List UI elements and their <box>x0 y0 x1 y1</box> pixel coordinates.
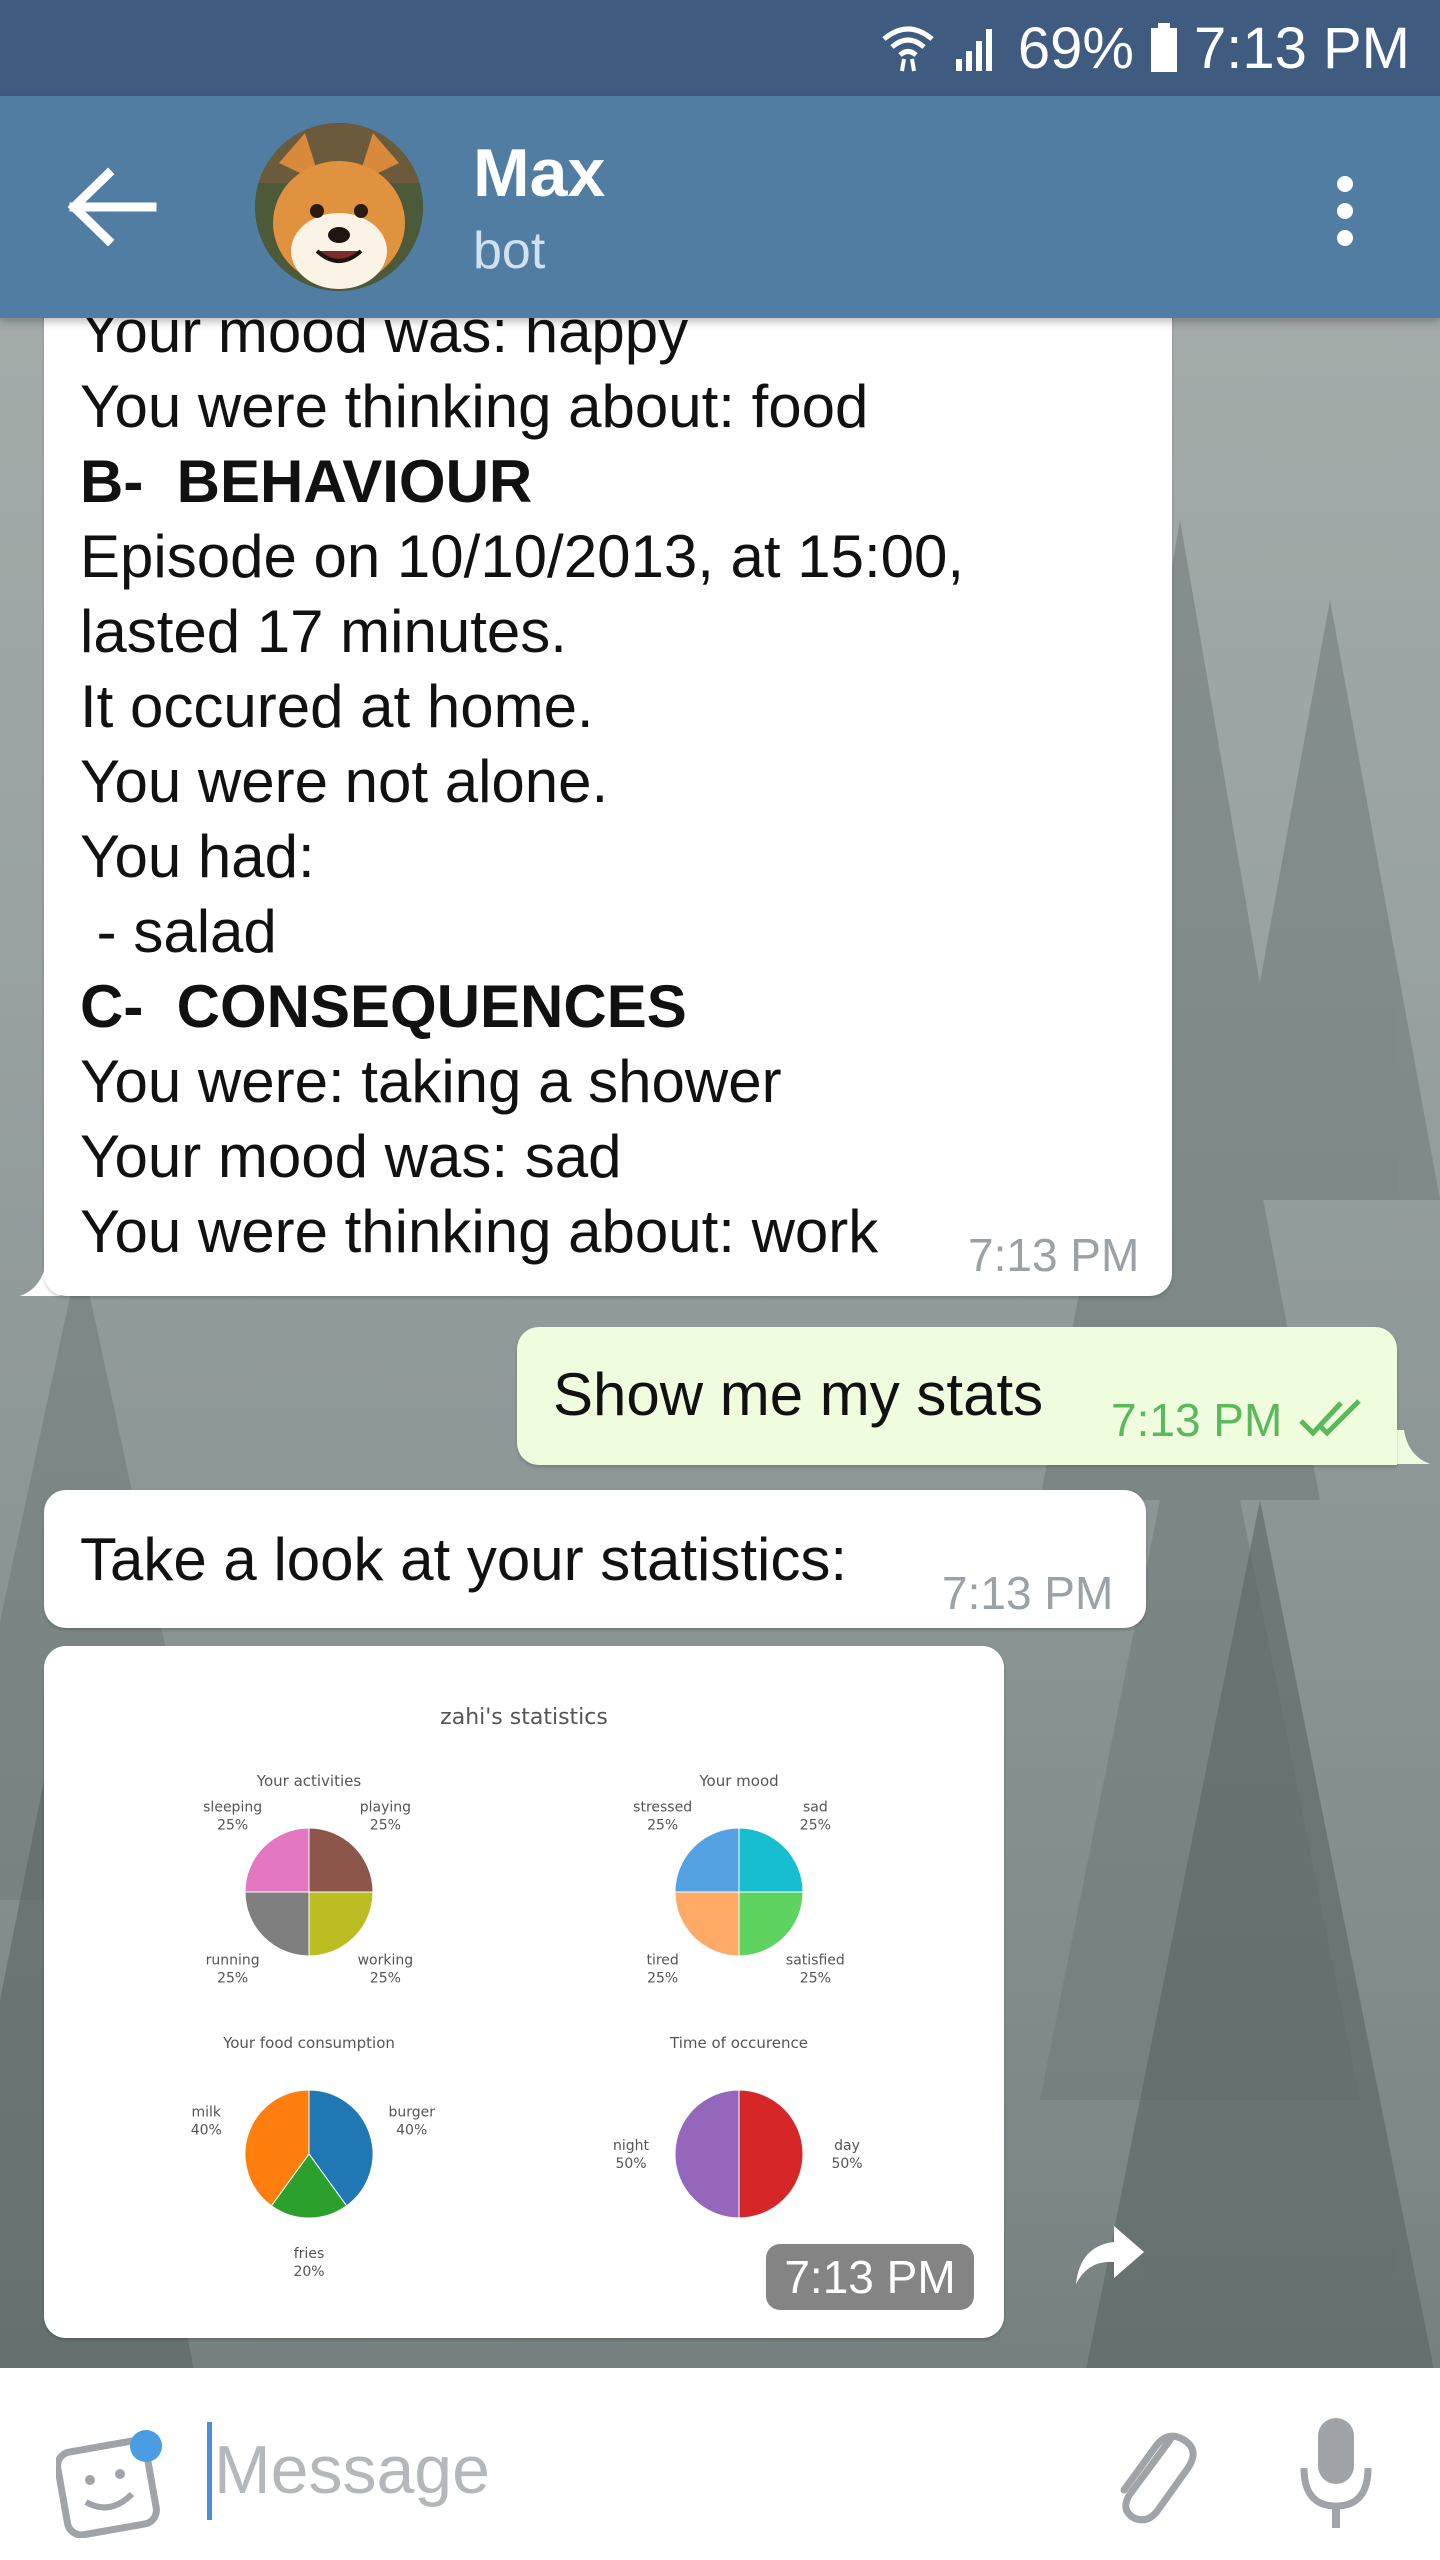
signal-icon <box>952 23 1002 73</box>
message-text: Your mood was: happy You were thinking a… <box>80 294 964 1269</box>
chat-header: Max bot <box>0 96 1440 318</box>
slice-percent: 25% <box>800 1970 831 1986</box>
chat-title: Max <box>473 135 606 211</box>
paperclip-icon <box>1120 2432 1197 2524</box>
message-time: 7:13 PM <box>942 1567 1114 1619</box>
shiba-avatar-image <box>255 123 423 291</box>
battery-percent: 69% <box>1017 15 1134 81</box>
battery-icon <box>1150 23 1178 73</box>
statistics-chart-image: zahi's statistics Your activities playing… <box>44 1646 1004 2338</box>
slice-percent: 25% <box>217 1818 248 1834</box>
pie-title: Your food consumption <box>222 2034 395 2052</box>
pie-title: Your mood <box>698 1772 778 1790</box>
message-line: Your mood was: sad <box>80 1123 622 1190</box>
photo-time-chip: 7:13 PM <box>766 2244 974 2310</box>
slice-label: sleeping <box>203 1800 262 1816</box>
slice-percent: 40% <box>191 2123 222 2139</box>
message-composer <box>0 2368 1440 2560</box>
more-vertical-icon <box>1337 176 1353 246</box>
message-line: You were thinking about: work <box>80 1198 879 1265</box>
slice-label: playing <box>360 1800 411 1816</box>
slice-percent: 25% <box>647 1970 678 1986</box>
slice-label: satisfied <box>786 1952 845 1968</box>
slice-percent: 25% <box>217 1970 248 1986</box>
slice-percent: 50% <box>615 2156 646 2172</box>
slice-percent: 25% <box>800 1818 831 1834</box>
message-line: It occured at home. <box>80 673 594 740</box>
status-bar: 69% 7:13 PM <box>0 0 1440 96</box>
sticker-button[interactable] <box>54 2428 166 2539</box>
attach-button[interactable] <box>1100 2420 1200 2530</box>
message-line: You were not alone. <box>80 748 609 815</box>
wifi-icon <box>880 23 936 73</box>
message-bubble-outgoing[interactable]: Show me my stats 7:13 PM <box>517 1327 1397 1465</box>
chat-subtitle: bot <box>473 222 546 280</box>
share-button[interactable] <box>1070 2220 1150 2290</box>
slice-percent: 50% <box>831 2156 862 2172</box>
section-heading: C- CONSEQUENCES <box>80 973 687 1040</box>
message-input[interactable] <box>214 2420 1014 2520</box>
slice-label: running <box>206 1952 260 1968</box>
message-bubble-incoming[interactable]: Take a look at your statistics: 7:13 PM <box>44 1490 1146 1628</box>
message-text: Show me my stats <box>553 1361 1044 1428</box>
slice-percent: 40% <box>396 2123 427 2139</box>
arrow-left-icon <box>67 167 157 247</box>
sticker-icon <box>54 2430 162 2539</box>
slice-label: stressed <box>633 1800 692 1816</box>
notification-dot <box>130 2430 162 2462</box>
slice-percent: 25% <box>647 1818 678 1834</box>
slice-label: working <box>358 1952 414 1968</box>
message-line: You had: <box>80 823 315 890</box>
slice-label: night <box>613 2138 650 2154</box>
message-line: - salad <box>80 898 277 965</box>
slice-label: fries <box>294 2246 324 2262</box>
slice-label: tired <box>646 1952 678 1968</box>
message-text: Take a look at your statistics: <box>80 1526 847 1593</box>
slice-label: burger <box>388 2105 435 2121</box>
share-icon <box>1076 2226 1144 2284</box>
clock: 7:13 PM <box>1194 15 1410 81</box>
stats-title: zahi's statistics <box>440 1705 608 1730</box>
message-line: You were thinking about: food <box>80 373 869 440</box>
slice-percent: 25% <box>370 1818 401 1834</box>
microphone-icon <box>1300 2418 1372 2528</box>
message-time: 7:13 PM <box>968 1229 1140 1281</box>
slice-label: milk <box>192 2105 222 2121</box>
message-line: You were: taking a shower <box>80 1048 782 1115</box>
text-cursor <box>207 2422 212 2520</box>
voice-record-button[interactable] <box>1296 2412 1376 2536</box>
slice-label: day <box>834 2138 860 2154</box>
photo-message[interactable]: zahi's statistics Your activities playing… <box>44 1646 1004 2338</box>
message-bubble-incoming[interactable]: Your mood was: happy You were thinking a… <box>44 298 1172 1296</box>
slice-percent: 20% <box>293 2264 324 2280</box>
double-check-icon <box>1299 1397 1363 1446</box>
slice-percent: 25% <box>370 1970 401 1986</box>
section-heading: B- BEHAVIOUR <box>80 448 533 515</box>
slice-label: sad <box>803 1800 828 1816</box>
more-menu-button[interactable] <box>1320 166 1370 256</box>
message-line: lasted 17 minutes. <box>80 598 567 665</box>
back-button[interactable] <box>60 166 160 248</box>
pie-title: Time of occurence <box>669 2034 808 2052</box>
message-line: Episode on 10/10/2013, at 15:00, <box>80 523 965 590</box>
pie-title: Your activities <box>256 1772 362 1790</box>
message-time: 7:13 PM <box>1111 1394 1283 1446</box>
avatar[interactable] <box>255 123 423 291</box>
